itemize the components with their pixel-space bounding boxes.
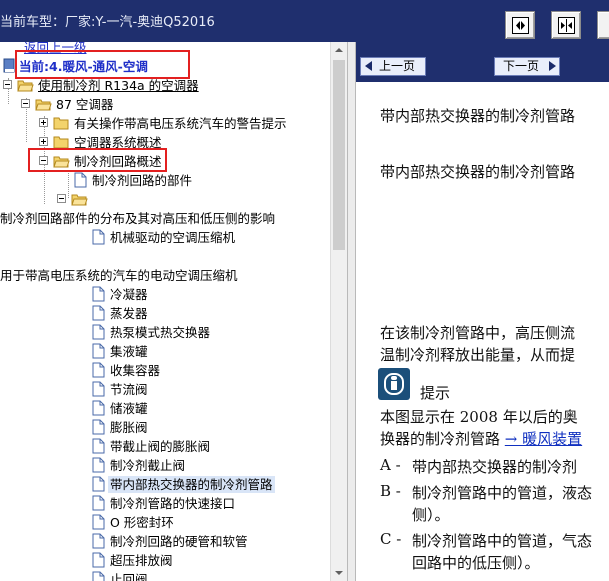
document-icon: [92, 476, 105, 492]
tree-label[interactable]: 储液罐: [108, 400, 150, 417]
tree-label[interactable]: 制冷剂回路的硬管和软管: [108, 533, 250, 550]
scroll-down-arrow[interactable]: [331, 564, 347, 581]
document-icon: [92, 514, 105, 530]
tree-label[interactable]: 收集容器: [108, 362, 162, 379]
document-icon: [92, 533, 105, 549]
tree-label[interactable]: 有关操作带高电压系统汽车的警告提示: [72, 115, 289, 132]
tree-label[interactable]: 制冷剂管路的快速接口: [108, 495, 237, 512]
next-page-button[interactable]: 下一页: [494, 57, 560, 76]
document-icon: [92, 229, 105, 245]
collapse-pane-button[interactable]: [505, 11, 535, 39]
paragraph-line: 温制冷剂释放出能量，从而提: [380, 346, 576, 364]
document-icon: [92, 381, 105, 397]
figure-caption: 带内部热交换器的制冷剂管路: [380, 163, 576, 181]
arrow-right-icon: [549, 61, 556, 71]
tree-label[interactable]: 集液罐: [108, 343, 150, 360]
document-icon: [92, 495, 105, 511]
list-item: 带内部热交换器的制冷剂: [412, 458, 578, 476]
pane-splitter[interactable]: [347, 42, 356, 581]
tree-label[interactable]: 蒸发器: [108, 305, 150, 322]
tree-label[interactable]: 带内部热交换器的制冷剂管路: [108, 476, 275, 493]
highlight-box: [15, 50, 190, 79]
tree-label[interactable]: 制冷剂截止阀: [108, 457, 187, 474]
list-item: 侧）。: [412, 506, 450, 524]
document-icon: [92, 286, 105, 302]
page-nav-bar: 上一页 下一页: [356, 42, 609, 82]
scroll-down-icon: [335, 571, 343, 575]
paragraph-line: 换器的制冷剂管路 → 暖风装置: [380, 430, 583, 448]
tree-label[interactable]: 制冷剂回路部件的分布及其对高压和低压侧的影响: [0, 210, 277, 227]
tree-label[interactable]: 87 空调器: [54, 96, 115, 113]
navigation-tree: 返回上一级 当前:4.暖风-通风-空调 使用制冷剂 R134a 的空调器 87 …: [0, 42, 330, 581]
list-letter: C -: [380, 530, 402, 548]
open-folder-icon: [35, 99, 52, 111]
tree-label[interactable]: O 形密封环: [108, 514, 176, 531]
list-letter: B -: [380, 482, 401, 500]
paragraph-line: 在该制冷剂管路中，高压侧流: [380, 324, 576, 342]
list-letter: A -: [380, 456, 401, 474]
hint-label: 提示: [420, 384, 451, 402]
list-item: 回路中的低压侧）。: [412, 554, 540, 572]
info-icon: [378, 368, 410, 400]
tree-label[interactable]: 使用制冷剂 R134a 的空调器: [36, 77, 201, 94]
paragraph-line: 本图显示在 2008 年以后的奥: [380, 408, 578, 426]
list-item: 制冷剂管路中的管道，气态: [412, 532, 593, 550]
folder-icon: [53, 136, 69, 149]
folder-icon: [53, 117, 69, 130]
scroll-up-icon: [335, 48, 343, 52]
tree-label[interactable]: 超压排放阀: [108, 552, 175, 569]
tree-label[interactable]: 节流阀: [108, 381, 150, 398]
document-icon: [92, 362, 105, 378]
document-icon: [92, 552, 105, 568]
more-toolbar-button[interactable]: [597, 11, 609, 39]
heater-link[interactable]: → 暖风装置: [505, 430, 582, 448]
highlight-box: [28, 148, 167, 172]
document-icon: [92, 419, 105, 435]
list-item: 制冷剂管路中的管道，液态: [412, 484, 593, 502]
tree-scrollbar[interactable]: [330, 42, 347, 581]
tree-label[interactable]: 冷凝器: [108, 286, 150, 303]
document-icon: [92, 324, 105, 340]
document-icon: [92, 343, 105, 359]
expand-pane-button[interactable]: [551, 11, 581, 39]
tree-label[interactable]: 止回阀: [108, 571, 150, 581]
tree-label[interactable]: 机械驱动的空调压缩机: [108, 229, 237, 246]
collapse-icon[interactable]: [3, 80, 12, 89]
document-icon: [74, 172, 87, 188]
document-icon: [92, 305, 105, 321]
document-icon: [92, 457, 105, 473]
page-heading: 带内部热交换器的制冷剂管路: [380, 107, 576, 125]
document-icon: [92, 400, 105, 416]
tree-label[interactable]: 膨胀阀: [108, 419, 150, 436]
title-bar: 当前车型：厂家:Y-一汽-奥迪Q52016: [0, 0, 609, 42]
scroll-thumb[interactable]: [333, 60, 345, 250]
expand-pane-icon: [558, 17, 575, 34]
tree-label[interactable]: 用于带高电压系统的汽车的电动空调压缩机: [0, 267, 240, 284]
expand-icon[interactable]: [39, 137, 48, 146]
collapse-icon[interactable]: [21, 99, 30, 108]
open-folder-icon: [71, 194, 88, 206]
collapse-pane-icon: [512, 17, 529, 34]
tree-label[interactable]: 带截止阀的膨胀阀: [108, 438, 212, 455]
open-folder-icon: [17, 80, 34, 92]
tree-label[interactable]: 热泵模式热交换器: [108, 324, 212, 341]
arrow-left-icon: [365, 61, 372, 71]
document-icon: [92, 438, 105, 454]
collapse-icon[interactable]: [57, 194, 66, 203]
prev-page-button[interactable]: 上一页: [360, 57, 426, 76]
scroll-up-arrow[interactable]: [331, 42, 347, 59]
content-pane: 上一页 下一页 带内部热交换器的制冷剂管路 带内部热交换器的制冷剂管路 在该制冷…: [356, 42, 609, 581]
vehicle-title: 当前车型：厂家:Y-一汽-奥迪Q52016: [0, 15, 215, 30]
document-icon: [92, 571, 105, 581]
tree-label[interactable]: 制冷剂回路的部件: [90, 172, 194, 189]
expand-icon[interactable]: [39, 118, 48, 127]
